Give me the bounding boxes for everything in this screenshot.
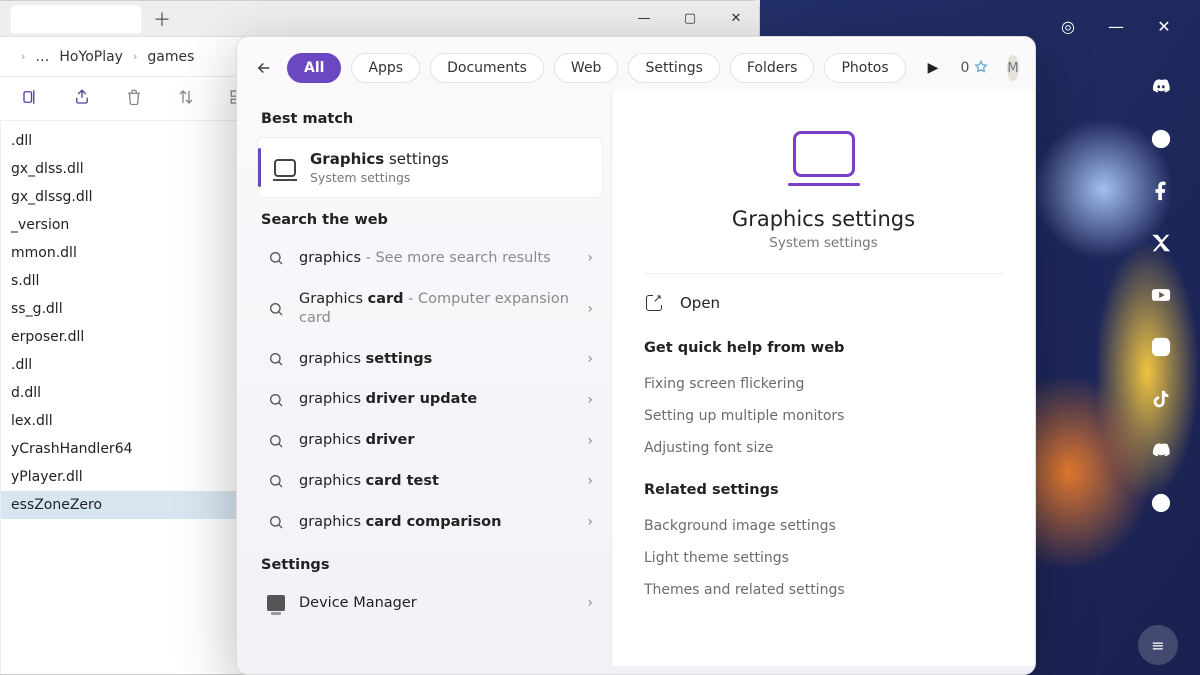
search-results-column: Best match Graphics settings System sett… [237,91,611,666]
windows-search-flyout: All Apps Documents Web Settings Folders Photos… [236,36,1036,675]
search-tab-photos[interactable]: Photos [824,53,905,83]
help-header: Get quick help from web [644,340,1003,356]
chevron-right-icon: › [587,250,593,266]
search-tab-settings[interactable]: Settings [628,53,719,83]
help-link[interactable]: Fixing screen flickering [644,368,1003,400]
user-avatar[interactable]: M [1007,55,1018,81]
preview-subtitle: System settings [644,235,1003,251]
search-icon [267,250,285,266]
chevron-right-icon: › [587,301,593,317]
breadcrumb-segment[interactable]: games [147,49,194,65]
search-icon [267,301,285,317]
launcher-menu-button[interactable]: ≡ [1138,625,1178,665]
web-search-result[interactable]: graphics settings› [257,339,603,380]
search-preview-pane: Graphics settings System settings Open G… [611,91,1035,666]
search-tab-web[interactable]: Web [554,53,619,83]
display-settings-icon [274,159,296,177]
web-search-result[interactable]: graphics driver update› [257,379,603,420]
discord2-icon[interactable] [1148,438,1174,464]
web-search-result[interactable]: graphics card test› [257,461,603,502]
search-tabs: All Apps Documents Web Settings Folders Photos… [237,37,1035,91]
facebook-icon[interactable] [1148,178,1174,204]
window-maximize-button[interactable]: ▢ [667,1,713,37]
scroll-tabs-icon[interactable]: ▶ [922,54,945,82]
search-icon [267,351,285,367]
search-icon [267,392,285,408]
search-icon [267,473,285,489]
back-button[interactable] [255,54,273,82]
breadcrumb-segment[interactable]: HoYoPlay [59,49,123,65]
explorer-tab[interactable] [11,5,141,33]
related-header: Related settings [644,482,1003,498]
chevron-right-icon: › [587,473,593,489]
web-search-result[interactable]: graphics card comparison› [257,502,603,543]
new-tab-button[interactable]: ＋ [147,4,177,34]
support-icon[interactable] [1148,490,1174,516]
settings-result[interactable]: Device Manager› [257,583,603,624]
launcher-close-button[interactable]: ✕ [1154,16,1174,36]
best-match-result[interactable]: Graphics settings System settings [257,137,603,198]
explorer-titlebar: ＋ — ▢ ✕ [0,1,759,37]
chevron-right-icon: › [21,50,25,63]
open-external-icon [646,295,662,311]
launcher-minimize-button[interactable]: — [1106,16,1126,36]
rewards-points[interactable]: 0 [960,60,989,76]
social-tray [1148,74,1174,516]
instagram-icon[interactable] [1148,334,1174,360]
related-link[interactable]: Background image settings [644,510,1003,542]
graphics-settings-icon [793,131,855,177]
help-link[interactable]: Adjusting font size [644,432,1003,464]
chevron-right-icon: › [133,50,137,63]
chevron-right-icon: › [587,351,593,367]
web-search-result[interactable]: Graphics card - Computer expansion card› [257,279,603,339]
chevron-right-icon: › [587,514,593,530]
window-close-button[interactable]: ✕ [713,1,759,37]
help-link[interactable]: Setting up multiple monitors [644,400,1003,432]
sort-icon[interactable] [177,88,195,110]
web-search-result[interactable]: graphics driver› [257,420,603,461]
chevron-right-icon: › [587,433,593,449]
search-icon [267,514,285,530]
chevron-right-icon: › [587,392,593,408]
window-minimize-button[interactable]: — [621,1,667,37]
open-button[interactable]: Open [644,274,1003,332]
x-icon[interactable] [1148,230,1174,256]
device-manager-icon [267,595,285,611]
delete-icon[interactable] [125,88,143,110]
web-search-result[interactable]: graphics - See more search results› [257,238,603,279]
tiktok-icon[interactable] [1148,386,1174,412]
search-tab-apps[interactable]: Apps [351,53,420,83]
search-icon [267,433,285,449]
rename-icon[interactable] [21,88,39,110]
share-icon[interactable] [73,88,91,110]
launcher-target-icon[interactable]: ◎ [1058,16,1078,36]
discord-icon[interactable] [1148,74,1174,100]
search-tab-documents[interactable]: Documents [430,53,544,83]
related-link[interactable]: Light theme settings [644,542,1003,574]
breadcrumb-more[interactable]: … [35,49,49,65]
youtube-icon[interactable] [1148,282,1174,308]
search-tab-folders[interactable]: Folders [730,53,815,83]
preview-title: Graphics settings [644,207,1003,231]
chevron-right-icon: › [587,595,593,611]
related-link[interactable]: Themes and related settings [644,574,1003,606]
search-tab-all[interactable]: All [287,53,341,83]
section-header-search-web: Search the web [261,212,599,228]
reddit-icon[interactable] [1148,126,1174,152]
section-header-best-match: Best match [261,111,599,127]
section-header-settings: Settings [261,557,599,573]
